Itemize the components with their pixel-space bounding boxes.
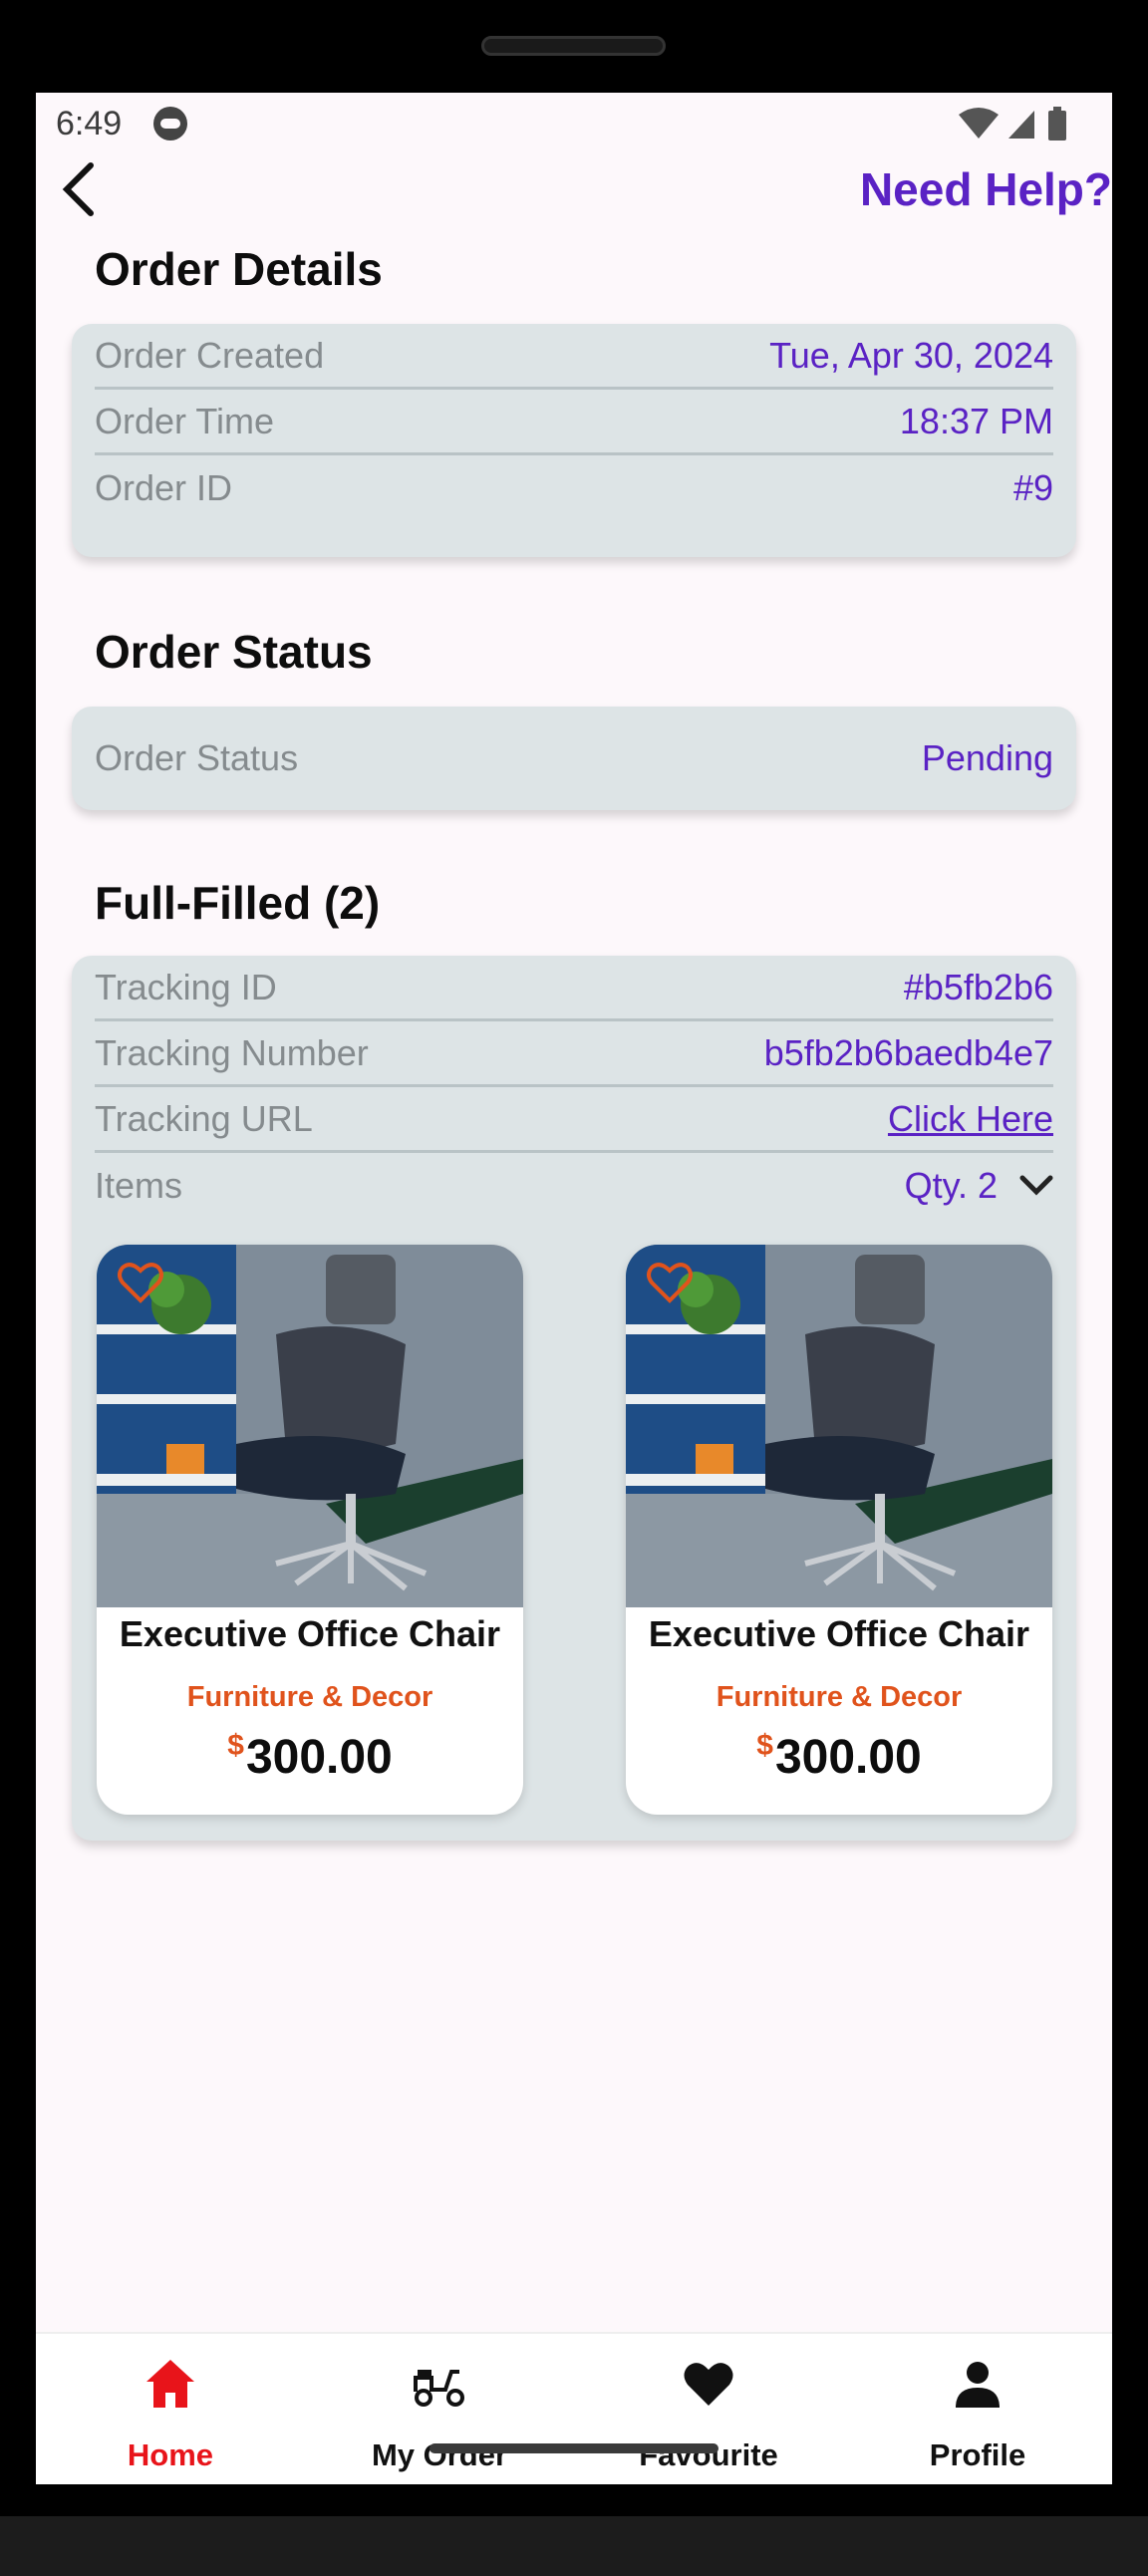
bottom-bezel <box>0 2516 1148 2576</box>
nav-item-my-order[interactable]: My Order <box>305 2334 574 2484</box>
order-id-row: Order ID #9 <box>95 455 1053 521</box>
product-category: Furniture & Decor <box>716 1681 963 1713</box>
currency-symbol: $ <box>756 1729 773 1762</box>
order-details-card: Order Created Tue, Apr 30, 2024 Order Ti… <box>72 324 1076 557</box>
phone-frame: 6:49 Need Help? Order Details Order Crea… <box>0 0 1148 2576</box>
order-time-row: Order Time 18:37 PM <box>95 390 1053 455</box>
scooter-icon <box>414 2370 464 2407</box>
order-id-label: Order ID <box>95 467 233 508</box>
chevron-left-icon <box>62 162 94 216</box>
price-value: 300.00 <box>245 1731 393 1784</box>
status-bar: 6:49 <box>36 93 1112 158</box>
order-created-value: Tue, Apr 30, 2024 <box>769 334 1053 376</box>
items-label: Items <box>95 1165 183 1206</box>
app-screen: 6:49 Need Help? Order Details Order Crea… <box>36 93 1112 2484</box>
items-row: Items Qty. 2 <box>95 1153 1053 1219</box>
tracking-url-row: Tracking URL Click Here <box>95 1087 1053 1153</box>
currency-symbol: $ <box>227 1729 244 1762</box>
order-id-value: #9 <box>1012 467 1053 508</box>
qty-label: Qty. 2 <box>904 1165 998 1206</box>
nav-label-profile: Profile <box>929 2437 1026 2472</box>
order-status-label: Order Status <box>95 737 299 778</box>
chevron-down-icon <box>1019 1175 1053 1196</box>
product-card[interactable]: Executive Office Chair Furniture & Decor… <box>97 1245 523 1815</box>
heart-icon <box>684 2363 733 2406</box>
tracking-number-row: Tracking Number b5fb2b6baedb4e7 <box>95 1021 1053 1087</box>
product-price: $300.00 <box>97 1729 523 1785</box>
nav-item-home[interactable]: Home <box>36 2334 305 2484</box>
product-price: $300.00 <box>626 1729 1052 1785</box>
tracking-number-value: b5fb2b6baedb4e7 <box>763 1031 1053 1073</box>
back-button[interactable] <box>44 154 114 224</box>
product-name: Executive Office Chair <box>648 1613 1030 1654</box>
need-help-link[interactable]: Need Help? <box>860 162 1112 216</box>
order-status-row: Order Status Pending <box>95 725 1053 791</box>
nav-item-favourite[interactable]: Favourite <box>574 2334 843 2484</box>
order-status-card: Order Status Pending <box>72 707 1076 810</box>
order-status-title: Order Status <box>95 626 373 678</box>
tracking-id-label: Tracking ID <box>95 966 277 1007</box>
product-name: Executive Office Chair <box>119 1613 501 1654</box>
product-card[interactable]: Executive Office Chair Furniture & Decor… <box>626 1245 1052 1815</box>
tracking-number-label: Tracking Number <box>95 1031 369 1073</box>
order-created-row: Order Created Tue, Apr 30, 2024 <box>95 324 1053 390</box>
favourite-heart-icon[interactable] <box>117 1261 164 1304</box>
nav-label-home: Home <box>127 2437 214 2472</box>
order-status-value: Pending <box>921 737 1053 778</box>
speaker-grille <box>481 36 666 56</box>
fulfilled-card: Tracking ID #b5fb2b6 Tracking Number b5f… <box>72 956 1076 1841</box>
order-created-label: Order Created <box>95 334 325 376</box>
product-category: Furniture & Decor <box>186 1681 433 1713</box>
home-indicator <box>430 2443 718 2453</box>
home-icon <box>146 2360 194 2408</box>
order-details-title: Order Details <box>95 243 383 295</box>
nav-item-profile[interactable]: Profile <box>843 2334 1112 2484</box>
favourite-heart-icon[interactable] <box>646 1261 694 1304</box>
tracking-id-value: #b5fb2b6 <box>903 966 1053 1007</box>
battery-icon <box>1048 111 1066 141</box>
order-time-value: 18:37 PM <box>899 400 1053 441</box>
person-icon <box>956 2362 1000 2408</box>
status-time: 6:49 <box>56 105 123 143</box>
order-time-label: Order Time <box>95 400 275 441</box>
tracking-url-label: Tracking URL <box>95 1097 313 1139</box>
qty-dropdown[interactable]: Qty. 2 <box>905 1165 1053 1207</box>
bottom-nav: Home My Order Favourite Profile <box>36 2332 1112 2484</box>
tracking-url-link[interactable]: Click Here <box>888 1098 1053 1140</box>
fulfilled-title: Full-Filled (2) <box>95 877 381 929</box>
tracking-id-row: Tracking ID #b5fb2b6 <box>95 956 1053 1021</box>
notification-face-icon <box>153 107 187 141</box>
signal-icon <box>1008 111 1034 139</box>
price-value: 300.00 <box>774 1731 922 1784</box>
wifi-icon <box>959 108 999 139</box>
status-icons <box>959 107 1066 141</box>
